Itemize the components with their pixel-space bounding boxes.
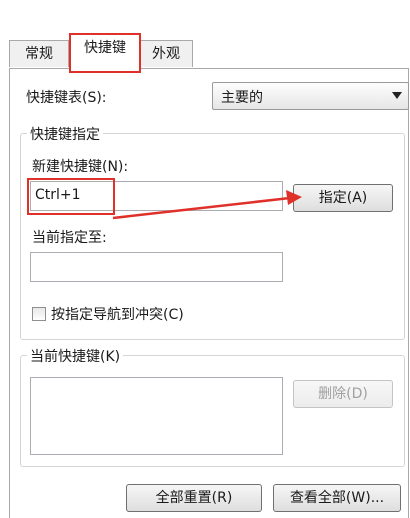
conflict-checkbox-label: 按指定导航到冲突(C)	[51, 307, 184, 323]
conflict-checkbox[interactable]	[32, 307, 46, 321]
chevron-down-icon	[392, 92, 402, 99]
new-shortcut-input[interactable]: Ctrl+1	[30, 181, 283, 211]
new-shortcut-value: Ctrl+1	[35, 187, 81, 203]
assign-button[interactable]: 指定(A)	[293, 184, 393, 212]
tab-shortcuts[interactable]: 快捷键	[69, 34, 141, 69]
shortcut-table-label: 快捷键表(S):	[26, 90, 107, 106]
tab-general[interactable]: 常规	[9, 40, 69, 67]
current-assigned-field	[30, 252, 283, 282]
view-all-button[interactable]: 查看全部(W)...	[273, 484, 401, 512]
current-shortcuts-title: 当前快捷键(K)	[27, 346, 124, 366]
new-shortcut-label: 新建快捷键(N):	[32, 159, 129, 175]
current-shortcuts-list[interactable]	[30, 377, 283, 455]
tab-appearance-label: 外观	[152, 46, 180, 62]
current-assigned-label: 当前指定至:	[32, 230, 107, 246]
shortcut-table-select[interactable]: 主要的	[212, 82, 409, 110]
shortcut-assign-title: 快捷键指定	[27, 124, 103, 144]
shortcut-table-value: 主要的	[221, 90, 263, 106]
delete-button[interactable]: 删除(D)	[293, 380, 393, 408]
tab-general-label: 常规	[25, 46, 53, 62]
reset-all-button[interactable]: 全部重置(R)	[126, 484, 262, 512]
tab-shortcuts-label: 快捷键	[84, 40, 126, 56]
tab-appearance[interactable]: 外观	[139, 40, 193, 67]
